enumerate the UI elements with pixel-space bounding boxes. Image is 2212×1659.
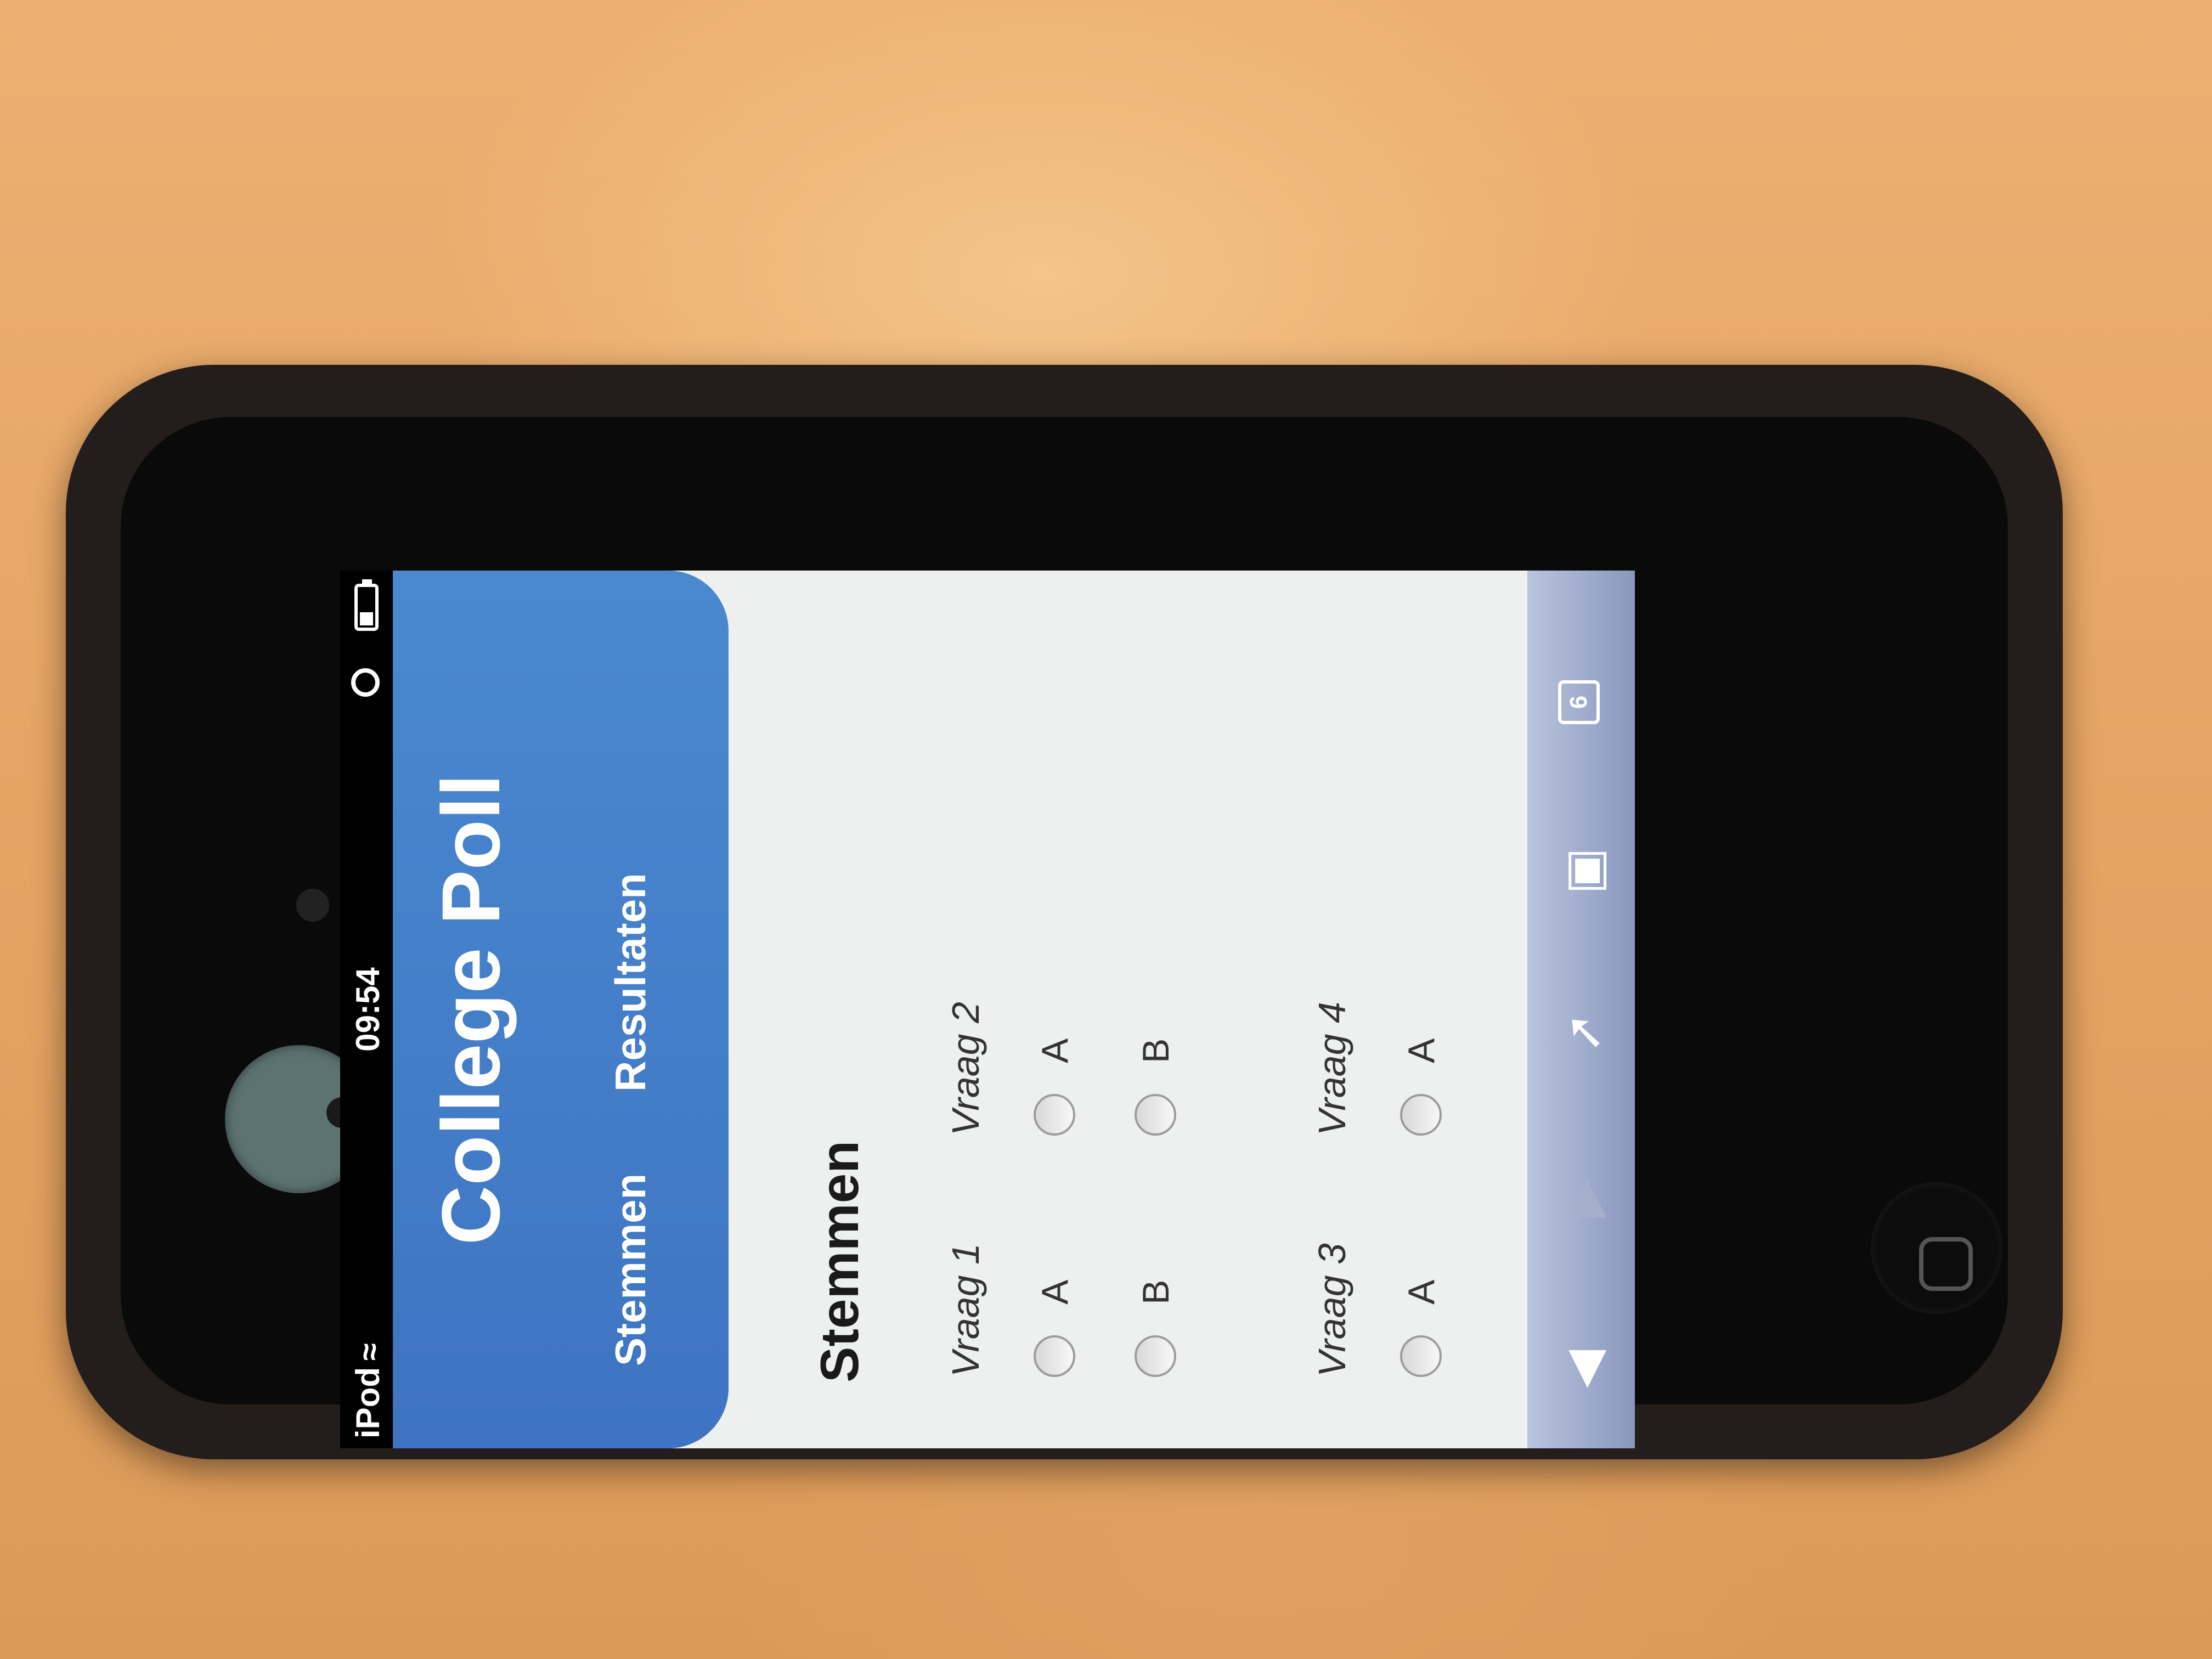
option-label: A <box>1034 1279 1076 1305</box>
question-1-label: Vraag 1 <box>944 1243 987 1377</box>
radio-button[interactable] <box>1034 1335 1075 1377</box>
share-icon[interactable]: ➚ <box>1555 1012 1612 1053</box>
rotation-lock-icon <box>351 668 380 697</box>
web-page: College Poll Stemmen Resultaten Stemmen … <box>393 571 1527 1448</box>
tabs-icon[interactable]: 6 <box>1558 680 1600 724</box>
app-header: College Poll Stemmen Resultaten <box>393 571 729 1448</box>
option-label: B <box>1135 1038 1177 1063</box>
question-4-label: Vraag 4 <box>1311 1002 1353 1136</box>
app-title: College Poll <box>425 774 517 1245</box>
radio-button[interactable] <box>1135 1335 1176 1377</box>
radio-button[interactable] <box>1400 1094 1442 1136</box>
question-2-label: Vraag 2 <box>944 1002 987 1136</box>
battery-icon <box>354 584 379 631</box>
section-title: Stemmen <box>809 1140 870 1383</box>
tab-stemmen[interactable]: Stemmen <box>606 1173 656 1366</box>
safari-toolbar: ◀ ▶ ➚ ▣ 6 <box>1527 571 1635 1448</box>
home-button-icon <box>1919 1237 1973 1291</box>
proximity-sensor <box>296 889 329 922</box>
option-label: A <box>1034 1038 1076 1063</box>
tab-resultaten[interactable]: Resultaten <box>606 873 656 1092</box>
status-bar: iPod ≈ 09:54 <box>340 571 393 1448</box>
option-label: B <box>1135 1279 1177 1305</box>
radio-button[interactable] <box>1034 1094 1075 1136</box>
question-3-label: Vraag 3 <box>1311 1243 1353 1377</box>
status-time: 09:54 <box>349 967 386 1052</box>
bookmarks-icon[interactable]: ▣ <box>1555 848 1612 894</box>
forward-icon[interactable]: ▶ <box>1555 1180 1612 1218</box>
option-label: A <box>1401 1279 1442 1305</box>
back-icon[interactable]: ◀ <box>1555 1350 1612 1388</box>
phone-screen: iPod ≈ 09:54 College Poll Stemmen Result… <box>340 571 1635 1448</box>
option-label: A <box>1401 1038 1442 1063</box>
radio-button[interactable] <box>1400 1335 1442 1377</box>
radio-button[interactable] <box>1135 1094 1176 1136</box>
